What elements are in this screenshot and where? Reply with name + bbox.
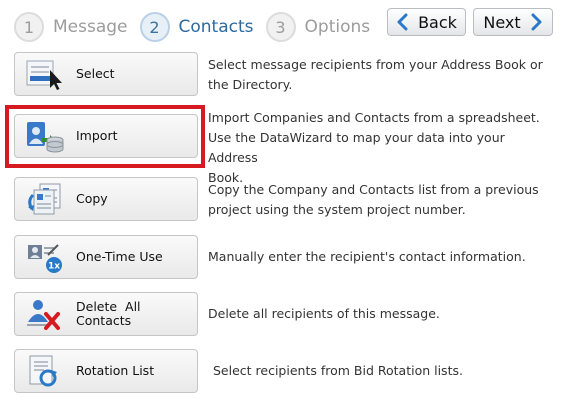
chevron-left-icon xyxy=(397,13,408,31)
description-line: Copy the Company and Contacts list from … xyxy=(208,182,539,197)
import-database-icon xyxy=(27,122,64,153)
step-message[interactable]: 1 Message xyxy=(14,12,128,42)
import-button[interactable]: Import xyxy=(14,114,198,158)
description-line: Manually enter the recipient's contact i… xyxy=(208,249,526,264)
copy-list-icon xyxy=(28,183,61,215)
one-time-use-button[interactable]: 1x One-Time Use xyxy=(14,235,198,279)
next-button[interactable]: Next xyxy=(473,8,553,36)
rotation-list-icon xyxy=(29,355,57,387)
description-line: Delete all recipients of this message. xyxy=(208,306,440,321)
copy-button[interactable]: Copy xyxy=(14,177,198,221)
step-number: 1 xyxy=(14,12,44,42)
one-time-use-label: One-Time Use xyxy=(76,249,163,264)
import-description: Import Companies and Contacts from a spr… xyxy=(208,108,554,188)
svg-text:1x: 1x xyxy=(48,262,60,272)
import-label: Import xyxy=(76,128,118,143)
description-line: project using the system project number. xyxy=(208,202,466,217)
delete-all-contacts-label: Delete All Contacts xyxy=(76,300,141,328)
description-line: Select recipients from Bid Rotation list… xyxy=(213,363,463,378)
description-line: Import Companies and Contacts from a spr… xyxy=(208,110,540,125)
description-line: Select message recipients from your Addr… xyxy=(208,57,543,72)
step-label: Options xyxy=(304,17,371,37)
address-book-icon xyxy=(26,60,62,90)
rotation-list-label: Rotation List xyxy=(76,363,155,378)
copy-description: Copy the Company and Contacts list from … xyxy=(208,180,539,220)
wizard-steps: 1 Message 2 Contacts 3 Options xyxy=(14,10,382,44)
description-line: Use the DataWizard to map your data into… xyxy=(208,130,505,165)
one-time-use-description: Manually enter the recipient's contact i… xyxy=(208,247,526,267)
step-number: 3 xyxy=(265,12,296,42)
step-label: Contacts xyxy=(178,17,254,37)
step-contacts[interactable]: 2 Contacts xyxy=(139,12,254,42)
delete-all-contacts-button[interactable]: Delete All Contacts xyxy=(14,292,198,336)
select-description: Select message recipients from your Addr… xyxy=(208,55,543,95)
step-number: 2 xyxy=(139,12,170,42)
one-time-use-icon: 1x xyxy=(28,244,62,273)
select-label: Select xyxy=(76,66,115,81)
label-line: Delete All xyxy=(76,299,141,314)
back-button[interactable]: Back xyxy=(387,8,466,36)
description-line: the Directory. xyxy=(208,77,293,92)
rotation-list-description: Select recipients from Bid Rotation list… xyxy=(213,361,463,381)
chevron-right-icon xyxy=(531,13,542,31)
step-label: Message xyxy=(53,17,128,37)
label-line: Contacts xyxy=(76,313,132,328)
step-options[interactable]: 3 Options xyxy=(265,12,371,42)
back-label: Back xyxy=(418,12,457,32)
select-button[interactable]: Select xyxy=(14,52,198,96)
delete-contacts-icon xyxy=(27,300,60,330)
delete-all-description: Delete all recipients of this message. xyxy=(208,304,440,324)
copy-label: Copy xyxy=(76,191,108,206)
next-label: Next xyxy=(483,12,521,32)
rotation-list-button[interactable]: Rotation List xyxy=(14,349,198,393)
